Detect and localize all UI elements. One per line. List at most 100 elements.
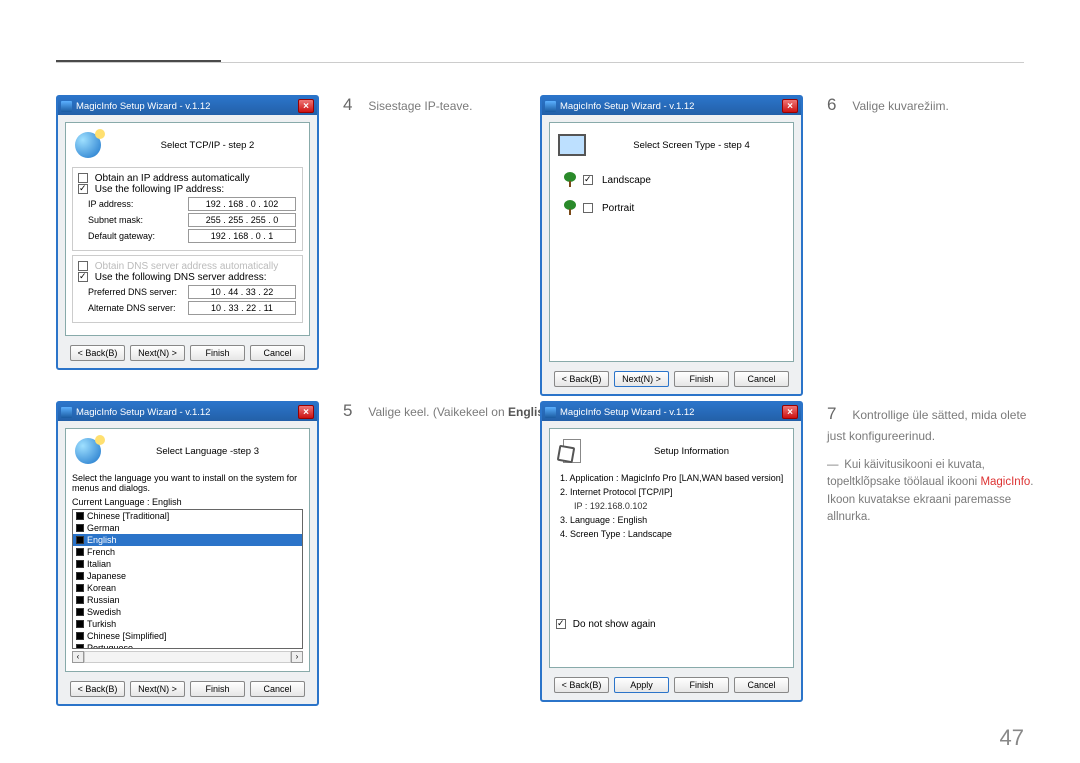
cancel-button[interactable]: Cancel [734, 371, 789, 387]
language-option[interactable]: French [73, 546, 302, 558]
language-option-label: Chinese [Simplified] [87, 631, 167, 641]
caption-4-text: Sisestage IP-teave. [368, 99, 472, 113]
wizard-step4-window: MagicInfo Setup Wizard - v.1.12 × Select… [540, 95, 803, 396]
caption-5-text: Valige keel. (Vaikekeel on [368, 405, 508, 419]
language-option-label: Japanese [87, 571, 126, 581]
subnet-input[interactable]: 255 . 255 . 255 . 0 [188, 213, 296, 227]
page-number: 47 [1000, 725, 1024, 751]
checkbox-icon [76, 644, 84, 649]
pref-dns-label: Preferred DNS server: [88, 287, 188, 297]
wizard-step2-window: MagicInfo Setup Wizard - v.1.12 × Select… [56, 95, 319, 370]
language-option[interactable]: Chinese [Traditional] [73, 510, 302, 522]
language-option-label: Russian [87, 595, 120, 605]
scroll-right-icon[interactable]: › [291, 651, 303, 663]
language-option-label: Chinese [Traditional] [87, 511, 169, 521]
language-option[interactable]: Chinese [Simplified] [73, 630, 302, 642]
scroll-left-icon[interactable]: ‹ [72, 651, 84, 663]
app-icon [61, 101, 72, 112]
language-option-label: German [87, 523, 120, 533]
alt-dns-input[interactable]: 10 . 33 . 22 . 11 [188, 301, 296, 315]
ip-address-input[interactable]: 192 . 168 . 0 . 102 [188, 197, 296, 211]
language-option[interactable]: English [73, 534, 302, 546]
language-listbox[interactable]: Chinese [Traditional] German EnglishFrench… [72, 509, 303, 649]
use-following-ip-checkbox[interactable] [78, 184, 88, 194]
window-title: MagicInfo Setup Wizard - v.1.12 [76, 101, 210, 112]
language-option[interactable]: German [73, 522, 302, 534]
obtain-ip-auto-checkbox[interactable] [78, 173, 88, 183]
language-option-label: Turkish [87, 619, 116, 629]
note-dash: ― [827, 457, 841, 474]
close-icon[interactable]: × [298, 405, 314, 419]
app-icon [61, 407, 72, 418]
language-option[interactable]: Russian [73, 594, 302, 606]
language-option[interactable]: Japanese [73, 570, 302, 582]
wizard-setup-info-window: MagicInfo Setup Wizard - v.1.12 × Setup … [540, 401, 803, 702]
app-icon [545, 101, 556, 112]
cancel-button[interactable]: Cancel [250, 345, 305, 361]
language-option-label: Portuguese [87, 643, 133, 649]
caption-7-text: Kontrollige üle sätted, mida olete just … [827, 408, 1026, 443]
finish-button[interactable]: Finish [674, 371, 729, 387]
info-language: 3. Language : English [560, 515, 787, 525]
info-application: 1. Application : MagicInfo Pro [LAN,WAN … [560, 473, 787, 483]
info-screen-type: 4. Screen Type : Landscape [560, 529, 787, 539]
language-option[interactable]: Korean [73, 582, 302, 594]
globe-icon [75, 132, 101, 158]
portrait-label: Portrait [602, 203, 634, 214]
close-icon[interactable]: × [298, 99, 314, 113]
obtain-dns-auto-label: Obtain DNS server address automatically [95, 261, 278, 272]
wizard-step3-window: MagicInfo Setup Wizard - v.1.12 × Select… [56, 401, 319, 706]
back-button[interactable]: < Back(B) [554, 677, 609, 693]
back-button[interactable]: < Back(B) [70, 681, 125, 697]
obtain-dns-auto-checkbox [78, 261, 88, 271]
tree-portrait-icon [562, 199, 578, 217]
caption-7-num: 7 [827, 401, 849, 427]
close-icon[interactable]: × [782, 405, 798, 419]
caption-6-text: Valige kuvarežiim. [852, 99, 948, 113]
back-button[interactable]: < Back(B) [554, 371, 609, 387]
cancel-button[interactable]: Cancel [250, 681, 305, 697]
document-icon [563, 439, 581, 463]
window-title: MagicInfo Setup Wizard - v.1.12 [76, 407, 210, 418]
language-option-label: Swedish [87, 607, 121, 617]
obtain-ip-auto-label: Obtain an IP address automatically [95, 173, 250, 184]
gateway-input[interactable]: 192 . 168 . 0 . 1 [188, 229, 296, 243]
next-button[interactable]: Next(N) > [130, 345, 185, 361]
pref-dns-input[interactable]: 10 . 44 . 33 . 22 [188, 285, 296, 299]
language-option[interactable]: Turkish [73, 618, 302, 630]
language-option-label: English [87, 535, 117, 545]
checkbox-icon [76, 548, 84, 556]
next-button[interactable]: Next(N) > [130, 681, 185, 697]
close-icon[interactable]: × [782, 99, 798, 113]
app-icon [545, 407, 556, 418]
back-button[interactable]: < Back(B) [70, 345, 125, 361]
current-language: Current Language : English [72, 497, 303, 507]
checkbox-icon [76, 632, 84, 640]
dont-show-again-checkbox[interactable] [556, 619, 566, 629]
scroll-track[interactable] [84, 651, 291, 663]
cancel-button[interactable]: Cancel [734, 677, 789, 693]
dont-show-again-label: Do not show again [573, 619, 656, 630]
language-option[interactable]: Portuguese [73, 642, 302, 649]
ip-address-label: IP address: [88, 199, 188, 209]
finish-button[interactable]: Finish [674, 677, 729, 693]
checkbox-icon [76, 536, 84, 544]
language-option[interactable]: Italian [73, 558, 302, 570]
use-following-dns-checkbox[interactable] [78, 272, 88, 282]
language-option-label: Italian [87, 559, 111, 569]
language-option-label: Korean [87, 583, 116, 593]
next-button[interactable]: Next(N) > [614, 371, 669, 387]
alt-dns-label: Alternate DNS server: [88, 303, 188, 313]
apply-button[interactable]: Apply [614, 677, 669, 693]
subnet-label: Subnet mask: [88, 215, 188, 225]
note-magicinfo: MagicInfo [980, 476, 1030, 488]
finish-button[interactable]: Finish [190, 681, 245, 697]
language-option[interactable]: Swedish [73, 606, 302, 618]
use-following-dns-label: Use the following DNS server address: [95, 272, 267, 283]
landscape-checkbox[interactable] [583, 175, 593, 185]
globe-icon [75, 438, 101, 464]
landscape-label: Landscape [602, 175, 651, 186]
portrait-checkbox[interactable] [583, 203, 593, 213]
step-title: Select TCP/IP - step 2 [112, 140, 303, 151]
finish-button[interactable]: Finish [190, 345, 245, 361]
